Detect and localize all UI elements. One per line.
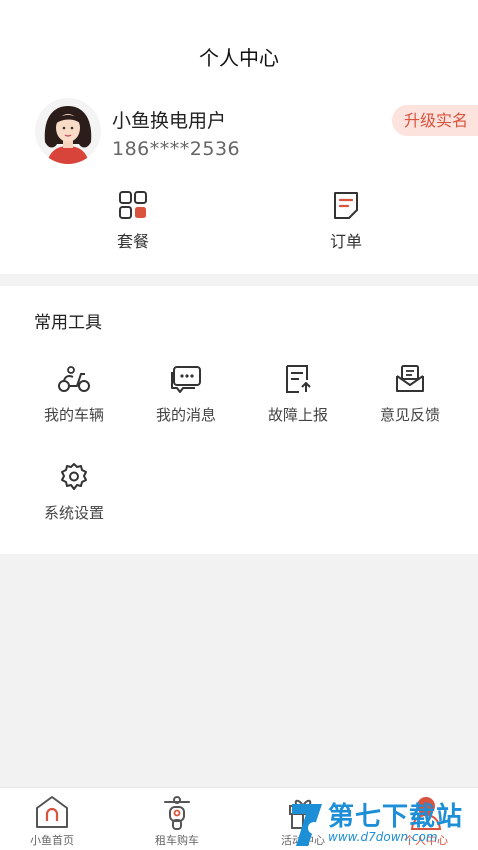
profile-card: 个人中心 小鱼换电用户 186****2536 升级实名 套餐 订单 — [0, 0, 478, 274]
user-phone: 186****2536 — [112, 138, 241, 160]
section-title: 常用工具 — [34, 313, 102, 333]
quick-link-package[interactable]: 套餐 — [83, 190, 183, 252]
watermark-title: 第七下载站 — [328, 802, 464, 832]
tool-label: 我的车辆 — [43, 406, 104, 424]
tool-label: 故障上报 — [267, 406, 328, 424]
tab-home[interactable]: 小鱼首页 — [2, 794, 102, 848]
gear-icon — [57, 462, 91, 492]
feedback-icon — [393, 364, 427, 394]
tool-label: 我的消息 — [155, 406, 216, 424]
quick-link-label: 订单 — [329, 232, 362, 251]
watermark-logo-icon — [292, 804, 322, 846]
page-title: 个人中心 — [199, 46, 279, 70]
rent-scooter-icon — [159, 794, 195, 830]
tools-card: 常用工具 我的车辆 我的消息 故障上报 意见反馈 系统设置 — [0, 286, 478, 554]
quick-link-label: 套餐 — [116, 232, 149, 251]
tab-rent-buy[interactable]: 租车购车 — [127, 794, 227, 848]
order-document-icon — [331, 190, 361, 220]
upgrade-verification-button[interactable]: 升级实名 — [391, 105, 478, 136]
home-icon — [34, 794, 70, 830]
tool-fault-report[interactable]: 故障上报 — [248, 364, 348, 425]
scooter-icon — [57, 364, 91, 394]
tool-feedback[interactable]: 意见反馈 — [360, 364, 460, 425]
site-watermark: 第七下载站 www.d7down.com — [288, 796, 478, 850]
package-grid-icon — [118, 190, 148, 220]
quick-link-orders[interactable]: 订单 — [296, 190, 396, 252]
avatar[interactable] — [35, 98, 101, 164]
report-icon — [281, 364, 315, 394]
tool-label: 系统设置 — [43, 504, 104, 522]
tab-label: 小鱼首页 — [30, 834, 74, 847]
message-icon — [169, 364, 203, 394]
user-name: 小鱼换电用户 — [112, 110, 227, 132]
tab-label: 租车购车 — [155, 834, 199, 847]
watermark-subtitle: www.d7down.com — [328, 830, 438, 844]
tool-system-settings[interactable]: 系统设置 — [24, 462, 124, 523]
tool-my-vehicle[interactable]: 我的车辆 — [24, 364, 124, 425]
tool-label: 意见反馈 — [379, 406, 440, 424]
tool-my-messages[interactable]: 我的消息 — [136, 364, 236, 425]
